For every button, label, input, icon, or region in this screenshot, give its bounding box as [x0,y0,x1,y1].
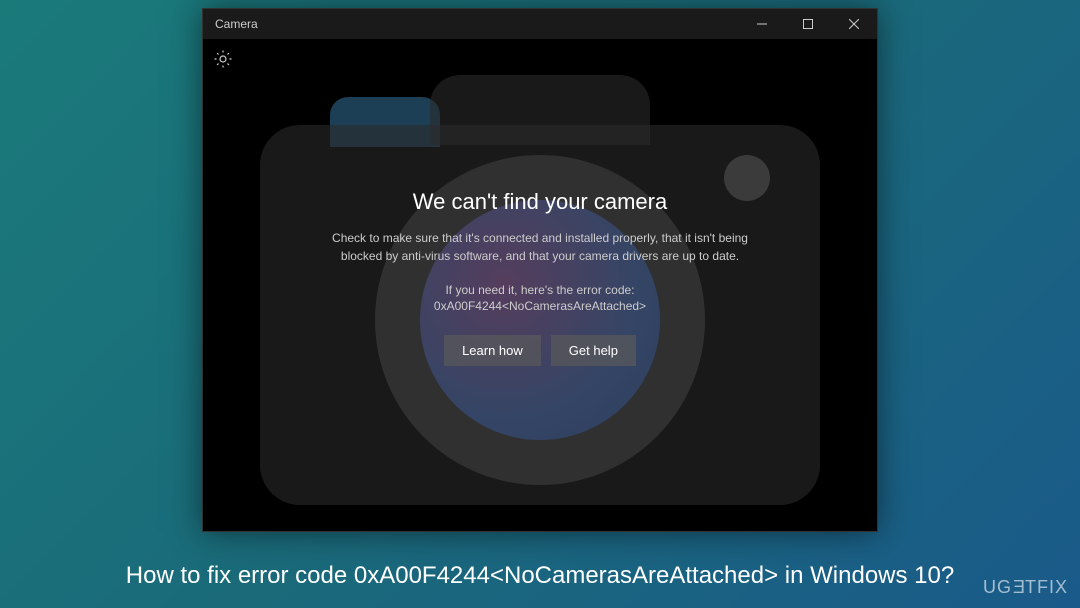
error-panel: We can't find your camera Check to make … [300,189,780,366]
error-code: 0xA00F4244<NoCamerasAreAttached> [300,299,780,313]
maximize-button[interactable] [785,9,831,39]
error-code-label: If you need it, here's the error code: [300,283,780,297]
gear-icon[interactable] [213,49,233,69]
error-description: Check to make sure that it's connected a… [300,229,780,265]
camera-app-body: We can't find your camera Check to make … [203,39,877,531]
watermark-logo: UGETFIX [983,577,1068,598]
error-title: We can't find your camera [300,189,780,215]
minimize-button[interactable] [739,9,785,39]
camera-app-window: Camera We [202,8,878,532]
article-caption: How to fix error code 0xA00F4244<NoCamer… [0,562,1080,590]
learn-how-button[interactable]: Learn how [444,335,541,366]
titlebar[interactable]: Camera [203,9,877,39]
window-title: Camera [215,17,739,31]
get-help-button[interactable]: Get help [551,335,636,366]
window-controls [739,9,877,39]
close-button[interactable] [831,9,877,39]
error-buttons: Learn how Get help [300,335,780,366]
